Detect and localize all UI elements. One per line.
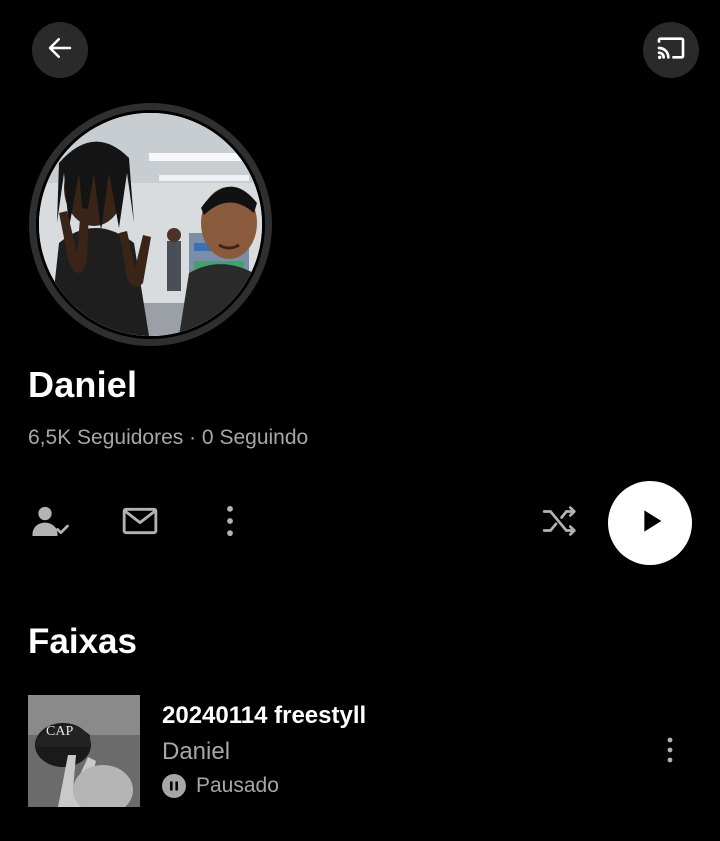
follower-stats[interactable]: 6,5K Seguidores · 0 Seguindo xyxy=(28,426,308,450)
track-status: Pausado xyxy=(162,774,279,798)
play-button[interactable] xyxy=(608,481,692,565)
profile-avatar[interactable] xyxy=(29,103,272,346)
mail-icon xyxy=(120,501,160,546)
tracks-section-title: Faixas xyxy=(28,622,137,661)
person-check-icon xyxy=(30,501,70,546)
message-button[interactable] xyxy=(118,501,162,545)
cast-icon xyxy=(655,32,687,69)
track-artist: Daniel xyxy=(162,738,231,765)
shuffle-icon xyxy=(541,502,579,545)
follow-button[interactable] xyxy=(28,501,72,545)
track-status-label: Pausado xyxy=(196,774,279,797)
track-artwork[interactable]: CAP xyxy=(28,695,140,807)
arrow-left-icon xyxy=(45,33,75,68)
avatar-photo xyxy=(36,110,265,339)
track-title[interactable]: 20240114 freestyll xyxy=(162,702,366,730)
profile-name: Daniel xyxy=(28,364,138,405)
cast-button[interactable] xyxy=(643,22,699,78)
back-button[interactable] xyxy=(32,22,88,78)
svg-text:CAP: CAP xyxy=(46,724,73,739)
vertical-dots-icon xyxy=(215,504,245,543)
vertical-dots-icon xyxy=(658,734,682,771)
track-more-options-button[interactable] xyxy=(650,730,690,774)
pause-icon xyxy=(162,774,186,798)
play-icon xyxy=(633,504,667,543)
shuffle-button[interactable] xyxy=(538,501,582,545)
more-options-button[interactable] xyxy=(208,501,252,545)
